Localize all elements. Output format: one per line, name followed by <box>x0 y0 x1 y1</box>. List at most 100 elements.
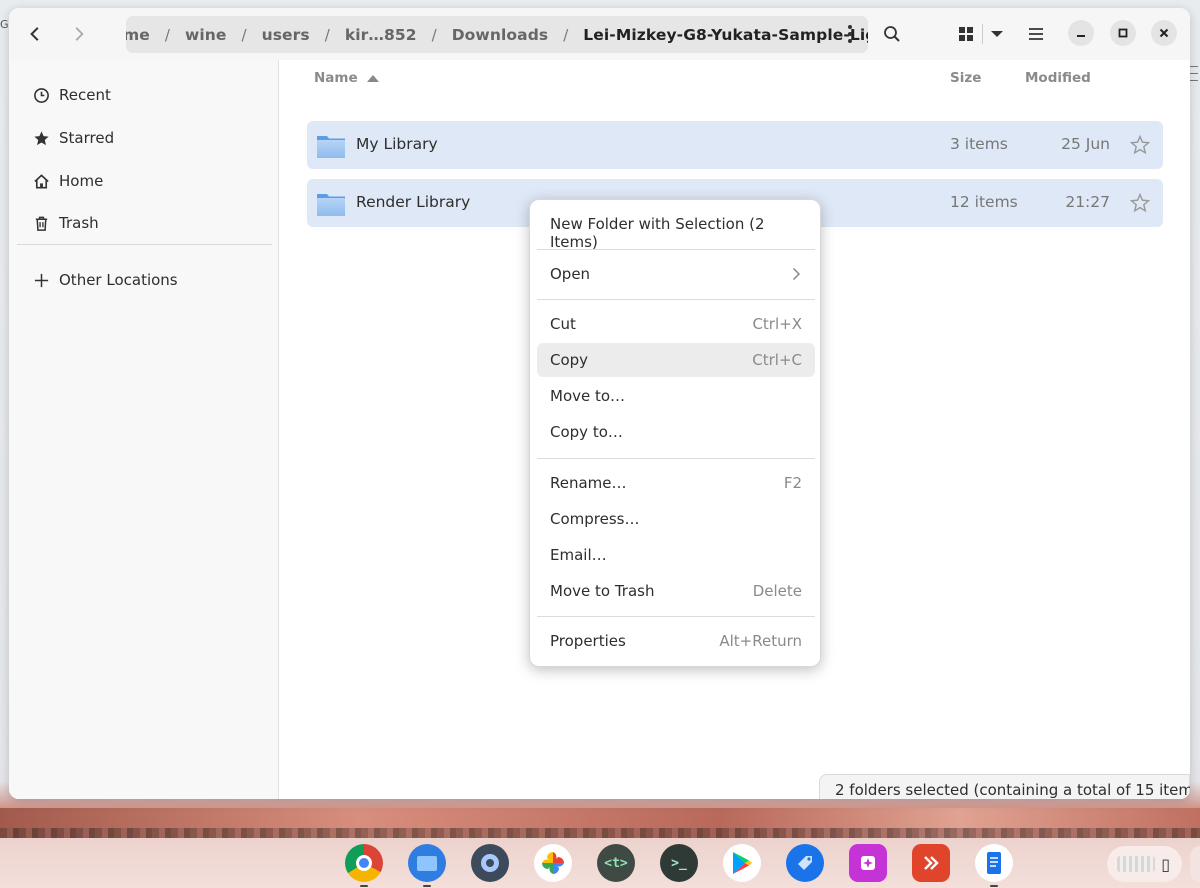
sidebar: Recent Starred Home Trash Other Location… <box>9 60 279 799</box>
sidebar-divider <box>17 244 272 245</box>
breadcrumb-home[interactable]: me <box>126 26 150 44</box>
column-header-modified[interactable]: Modified <box>1025 70 1091 86</box>
sidebar-item-label: Recent <box>59 86 111 104</box>
chevron-right-icon <box>75 27 84 41</box>
breadcrumb-separator: / <box>324 25 330 44</box>
breadcrumb-users[interactable]: users <box>262 26 310 44</box>
tag-app-icon[interactable] <box>786 844 824 882</box>
menu-item-compress[interactable]: Compress… <box>537 502 815 536</box>
file-size: 12 items <box>950 193 1018 211</box>
docs-icon[interactable] <box>975 844 1013 882</box>
file-modified: 21:27 <box>1065 193 1110 211</box>
sidebar-item-label: Home <box>59 172 104 190</box>
search-icon <box>884 26 900 42</box>
hamburger-icon <box>1029 28 1043 40</box>
folder-icon <box>317 136 345 158</box>
sidebar-item-label: Other Locations <box>59 271 178 289</box>
file-size: 3 items <box>950 135 1008 153</box>
sidebar-item-recent[interactable]: Recent <box>22 76 266 114</box>
file-name: My Library <box>356 135 438 153</box>
files-icon[interactable] <box>408 844 446 882</box>
menu-item-move-to[interactable]: Move to… <box>537 379 815 413</box>
menu-separator <box>537 299 815 300</box>
sidebar-item-label: Trash <box>59 214 99 232</box>
selection-status: 2 folders selected (containing a total o… <box>819 774 1190 799</box>
menu-item-new-folder-with-selection[interactable]: New Folder with Selection (2 Items) <box>537 207 815 251</box>
file-modified: 25 Jun <box>1061 135 1110 153</box>
view-switcher <box>951 18 1011 50</box>
sidebar-item-other-locations[interactable]: Other Locations <box>22 261 266 299</box>
header-bar: me / wine / users / kir…852 / Downloads … <box>9 8 1190 60</box>
file-name: Render Library <box>356 193 471 211</box>
sort-ascending-icon <box>366 74 379 82</box>
breadcrumb-downloads[interactable]: Downloads <box>452 26 549 44</box>
star-outline-icon[interactable] <box>1129 192 1151 214</box>
chevron-left-icon <box>30 27 39 41</box>
divider <box>982 24 983 44</box>
menu-item-copy-to[interactable]: Copy to… <box>537 415 815 449</box>
column-header-size[interactable]: Size <box>950 70 981 86</box>
settings-gear-icon[interactable] <box>471 844 509 882</box>
sidebar-item-trash[interactable]: Trash <box>22 204 266 242</box>
close-icon <box>1159 28 1169 38</box>
view-options-button[interactable] <box>984 18 1010 50</box>
breadcrumb-separator: / <box>241 25 247 44</box>
running-indicator <box>990 885 998 887</box>
star-icon <box>31 128 51 148</box>
close-button[interactable] <box>1151 20 1177 46</box>
context-menu: New Folder with Selection (2 Items) Open… <box>529 199 821 667</box>
file-row-my-library[interactable]: My Library 3 items 25 Jun <box>307 121 1163 169</box>
menu-item-cut[interactable]: Cut Ctrl+X <box>537 307 815 341</box>
search-button[interactable] <box>875 18 909 50</box>
kebab-menu-icon[interactable] <box>838 22 862 46</box>
terminal-icon[interactable]: >_ <box>660 844 698 882</box>
remote-desktop-icon[interactable] <box>912 844 950 882</box>
folder-icon <box>317 194 345 216</box>
minimize-icon <box>1077 35 1085 37</box>
tray-edge[interactable] <box>1190 846 1200 882</box>
menu-item-move-to-trash[interactable]: Move to Trash Delete <box>537 574 815 608</box>
menu-item-open[interactable]: Open <box>537 257 815 291</box>
breadcrumb-separator: / <box>431 25 437 44</box>
chrome-icon[interactable] <box>345 844 383 882</box>
photos-icon[interactable] <box>534 844 572 882</box>
menu-separator <box>537 616 815 617</box>
breadcrumb-wine[interactable]: wine <box>185 26 227 44</box>
menu-item-copy[interactable]: Copy Ctrl+C <box>537 343 815 377</box>
sidebar-item-starred[interactable]: Starred <box>22 119 266 157</box>
sidebar-item-label: Starred <box>59 129 115 147</box>
text-editor-icon[interactable]: <t> <box>597 844 635 882</box>
home-icon <box>31 171 51 191</box>
menu-separator <box>537 249 815 250</box>
breadcrumb-separator: / <box>563 25 569 44</box>
breadcrumb-current[interactable]: Lei-Mizkey-G8-Yukata-Sample-Light <box>583 26 868 44</box>
main-menu-button[interactable] <box>1019 18 1053 50</box>
menu-separator <box>537 458 815 459</box>
play-store-icon[interactable] <box>723 844 761 882</box>
column-header-name[interactable]: Name <box>314 70 379 86</box>
background-window-edge: G <box>0 18 9 31</box>
running-indicator <box>360 885 368 887</box>
back-button[interactable] <box>18 18 52 50</box>
star-outline-icon[interactable] <box>1129 134 1151 156</box>
menu-item-email[interactable]: Email… <box>537 538 815 572</box>
minimize-button[interactable] <box>1068 20 1094 46</box>
grid-icon <box>959 27 973 41</box>
grid-view-button[interactable] <box>951 18 981 50</box>
sparkle-app-icon[interactable] <box>849 844 887 882</box>
breadcrumb-separator: / <box>164 25 170 44</box>
plus-icon <box>31 270 51 290</box>
menu-item-rename[interactable]: Rename… F2 <box>537 466 815 500</box>
sidebar-item-home[interactable]: Home <box>22 162 266 200</box>
breadcrumb-user[interactable]: kir…852 <box>345 26 417 44</box>
shelf: <t> >_ ▯ <box>0 840 1200 888</box>
menu-item-properties[interactable]: Properties Alt+Return <box>537 624 815 658</box>
tray-battery-icon: ▯ <box>1161 854 1170 874</box>
maximize-button[interactable] <box>1110 20 1136 46</box>
maximize-icon <box>1118 28 1128 38</box>
tray-notifications <box>1117 856 1155 872</box>
status-tray[interactable]: ▯ <box>1107 846 1182 882</box>
trash-icon <box>31 213 51 233</box>
forward-button[interactable] <box>62 18 96 50</box>
desktop-wallpaper <box>0 808 1200 838</box>
